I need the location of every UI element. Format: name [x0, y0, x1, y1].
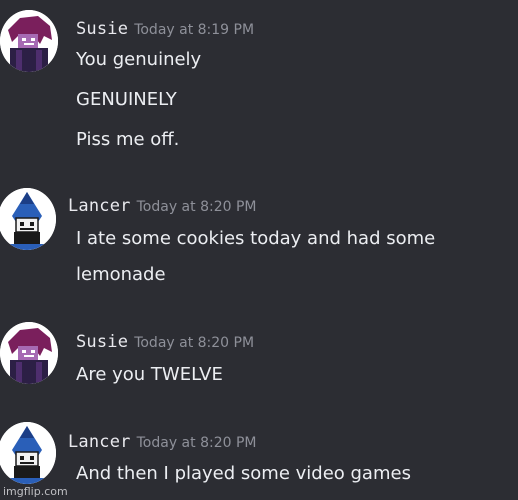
- lancer-avatar-icon: [0, 422, 56, 484]
- lancer-avatar[interactable]: [0, 188, 56, 250]
- username[interactable]: Lancer: [68, 432, 131, 452]
- susie-avatar[interactable]: [0, 10, 58, 72]
- timestamp: Today at 8:20 PM: [136, 435, 257, 451]
- timestamp: Today at 8:19 PM: [134, 22, 255, 38]
- username[interactable]: Susie: [76, 332, 128, 352]
- message-line: I ate some cookies today and had some: [76, 228, 436, 249]
- message-line: You genuinely: [76, 49, 202, 70]
- lancer-avatar-icon: [0, 188, 56, 250]
- watermark: imgflip.com: [3, 485, 68, 498]
- username[interactable]: Lancer: [68, 196, 131, 216]
- susie-avatar-icon: [0, 322, 58, 384]
- message-group: Susie Today at 8:20 PM Are you TWELVE: [0, 320, 518, 395]
- message-header: Lancer Today at 8:20 PM: [68, 195, 256, 218]
- message-line: Are you TWELVE: [76, 364, 223, 385]
- message-line: GENUINELY: [76, 89, 177, 110]
- message-header: Susie Today at 8:20 PM: [76, 331, 254, 354]
- message-group: Lancer Today at 8:20 PM And then I played…: [0, 420, 518, 495]
- message-line: lemonade: [76, 264, 166, 285]
- message-header: Lancer Today at 8:20 PM: [68, 431, 256, 454]
- lancer-avatar[interactable]: [0, 422, 56, 484]
- message-line: Piss me off.: [76, 129, 180, 150]
- message-line: And then I played some video games: [76, 463, 411, 484]
- message-group: Lancer Today at 8:20 PM I ate some cookie…: [0, 185, 518, 295]
- susie-avatar-icon: [0, 10, 58, 72]
- message-group: Susie Today at 8:19 PM You genuinely GENU…: [0, 8, 518, 158]
- chat-feed: Susie Today at 8:19 PM You genuinely GENU…: [0, 0, 518, 500]
- timestamp: Today at 8:20 PM: [134, 335, 255, 351]
- susie-avatar[interactable]: [0, 322, 58, 384]
- timestamp: Today at 8:20 PM: [136, 199, 257, 215]
- message-header: Susie Today at 8:19 PM: [76, 18, 254, 41]
- username[interactable]: Susie: [76, 19, 128, 39]
